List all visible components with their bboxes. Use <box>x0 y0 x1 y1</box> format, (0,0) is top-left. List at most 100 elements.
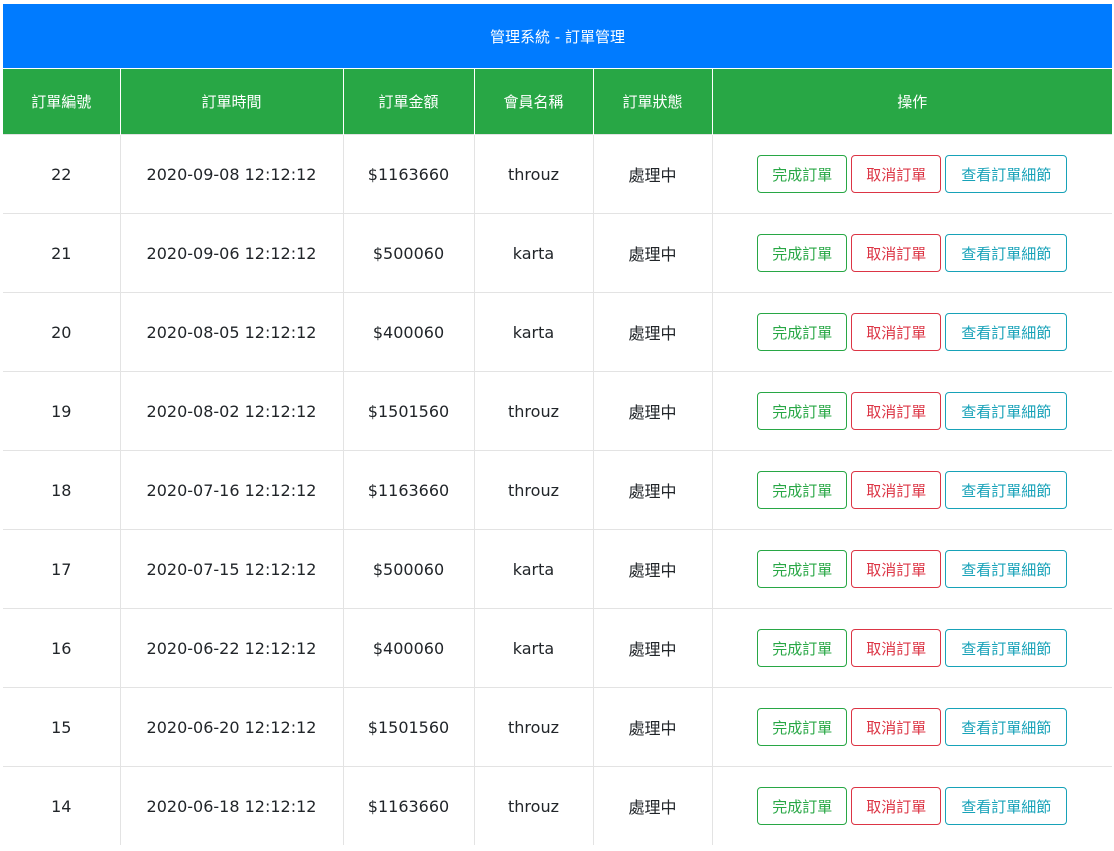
row-actions: 完成訂單 取消訂單 查看訂單細節 <box>713 392 1113 430</box>
cancel-order-button[interactable]: 取消訂單 <box>851 708 942 746</box>
view-order-details-button[interactable]: 查看訂單細節 <box>945 234 1068 272</box>
actions-cell: 完成訂單 取消訂單 查看訂單細節 <box>711 608 1113 688</box>
order-status-cell: 處理中 <box>592 371 712 451</box>
table-row: 17 2020-07-15 12:12:12 $500060 karta 處理中… <box>3 529 1113 609</box>
cancel-order-button[interactable]: 取消訂單 <box>851 392 942 430</box>
row-actions: 完成訂單 取消訂單 查看訂單細節 <box>713 787 1113 825</box>
view-order-details-button[interactable]: 查看訂單細節 <box>945 787 1068 825</box>
column-header-actions: 操作 <box>711 69 1112 135</box>
table-row: 18 2020-07-16 12:12:12 $1163660 throuz 處… <box>3 450 1113 530</box>
orders-table: 訂單編號 訂單時間 訂單金額 會員名稱 訂單狀態 操作 22 2020-09-0… <box>3 69 1112 845</box>
row-actions: 完成訂單 取消訂單 查看訂單細節 <box>713 550 1113 588</box>
cancel-order-button[interactable]: 取消訂單 <box>851 234 942 272</box>
order-id-cell: 22 <box>3 134 120 214</box>
view-order-details-button[interactable]: 查看訂單細節 <box>945 550 1068 588</box>
column-header-order-status: 訂單狀態 <box>592 69 712 135</box>
order-amount-cell: $1163660 <box>342 134 474 214</box>
order-time-cell: 2020-08-02 12:12:12 <box>119 371 343 451</box>
row-actions: 完成訂單 取消訂單 查看訂單細節 <box>713 708 1113 746</box>
order-id-cell: 20 <box>3 292 120 372</box>
order-id-cell: 15 <box>3 687 120 767</box>
table-row: 21 2020-09-06 12:12:12 $500060 karta 處理中… <box>3 213 1113 293</box>
order-time-cell: 2020-08-05 12:12:12 <box>119 292 343 372</box>
column-header-member-name: 會員名稱 <box>473 69 593 135</box>
order-management-page: 管理系統 - 訂單管理 訂單編號 訂單時間 訂單金額 會員名稱 訂單狀態 操作 … <box>0 0 1114 851</box>
member-name-cell: karta <box>473 608 593 688</box>
table-row: 15 2020-06-20 12:12:12 $1501560 throuz 處… <box>3 687 1113 767</box>
page-title-bar: 管理系統 - 訂單管理 <box>3 4 1112 68</box>
order-time-cell: 2020-06-22 12:12:12 <box>119 608 343 688</box>
complete-order-button[interactable]: 完成訂單 <box>757 313 848 351</box>
actions-cell: 完成訂單 取消訂單 查看訂單細節 <box>711 292 1113 372</box>
complete-order-button[interactable]: 完成訂單 <box>757 471 848 509</box>
cancel-order-button[interactable]: 取消訂單 <box>851 629 942 667</box>
order-id-cell: 19 <box>3 371 120 451</box>
order-status-cell: 處理中 <box>592 687 712 767</box>
actions-cell: 完成訂單 取消訂單 查看訂單細節 <box>711 371 1113 451</box>
row-actions: 完成訂單 取消訂單 查看訂單細節 <box>713 155 1113 193</box>
table-row: 16 2020-06-22 12:12:12 $400060 karta 處理中… <box>3 608 1113 688</box>
complete-order-button[interactable]: 完成訂單 <box>757 155 848 193</box>
row-actions: 完成訂單 取消訂單 查看訂單細節 <box>713 234 1113 272</box>
order-status-cell: 處理中 <box>592 292 712 372</box>
column-header-order-id: 訂單編號 <box>3 69 120 135</box>
table-row: 22 2020-09-08 12:12:12 $1163660 throuz 處… <box>3 134 1113 214</box>
member-name-cell: throuz <box>473 766 593 845</box>
order-time-cell: 2020-06-20 12:12:12 <box>119 687 343 767</box>
column-header-order-amount: 訂單金額 <box>342 69 474 135</box>
order-id-cell: 16 <box>3 608 120 688</box>
view-order-details-button[interactable]: 查看訂單細節 <box>945 708 1068 746</box>
order-amount-cell: $1163660 <box>342 766 474 845</box>
page-title: 管理系統 - 訂單管理 <box>490 27 625 46</box>
complete-order-button[interactable]: 完成訂單 <box>757 708 848 746</box>
view-order-details-button[interactable]: 查看訂單細節 <box>945 471 1068 509</box>
row-actions: 完成訂單 取消訂單 查看訂單細節 <box>713 629 1113 667</box>
table-row: 14 2020-06-18 12:12:12 $1163660 throuz 處… <box>3 766 1113 845</box>
member-name-cell: karta <box>473 529 593 609</box>
row-actions: 完成訂單 取消訂單 查看訂單細節 <box>713 471 1113 509</box>
view-order-details-button[interactable]: 查看訂單細節 <box>945 629 1068 667</box>
cancel-order-button[interactable]: 取消訂單 <box>851 313 942 351</box>
order-id-cell: 18 <box>3 450 120 530</box>
view-order-details-button[interactable]: 查看訂單細節 <box>945 155 1068 193</box>
complete-order-button[interactable]: 完成訂單 <box>757 234 848 272</box>
order-amount-cell: $500060 <box>342 213 474 293</box>
cancel-order-button[interactable]: 取消訂單 <box>851 471 942 509</box>
member-name-cell: karta <box>473 292 593 372</box>
cancel-order-button[interactable]: 取消訂單 <box>851 787 942 825</box>
view-order-details-button[interactable]: 查看訂單細節 <box>945 313 1068 351</box>
table-row: 20 2020-08-05 12:12:12 $400060 karta 處理中… <box>3 292 1113 372</box>
complete-order-button[interactable]: 完成訂單 <box>757 550 848 588</box>
complete-order-button[interactable]: 完成訂單 <box>757 629 848 667</box>
member-name-cell: throuz <box>473 450 593 530</box>
member-name-cell: throuz <box>473 134 593 214</box>
order-status-cell: 處理中 <box>592 529 712 609</box>
order-id-cell: 14 <box>3 766 120 845</box>
member-name-cell: karta <box>473 213 593 293</box>
orders-table-body: 22 2020-09-08 12:12:12 $1163660 throuz 處… <box>3 134 1113 845</box>
order-amount-cell: $500060 <box>342 529 474 609</box>
actions-cell: 完成訂單 取消訂單 查看訂單細節 <box>711 213 1113 293</box>
column-header-order-time: 訂單時間 <box>119 69 343 135</box>
member-name-cell: throuz <box>473 687 593 767</box>
view-order-details-button[interactable]: 查看訂單細節 <box>945 392 1068 430</box>
member-name-cell: throuz <box>473 371 593 451</box>
order-time-cell: 2020-09-08 12:12:12 <box>119 134 343 214</box>
order-status-cell: 處理中 <box>592 213 712 293</box>
cancel-order-button[interactable]: 取消訂單 <box>851 155 942 193</box>
order-time-cell: 2020-06-18 12:12:12 <box>119 766 343 845</box>
actions-cell: 完成訂單 取消訂單 查看訂單細節 <box>711 529 1113 609</box>
order-id-cell: 21 <box>3 213 120 293</box>
actions-cell: 完成訂單 取消訂單 查看訂單細節 <box>711 450 1113 530</box>
order-amount-cell: $1501560 <box>342 687 474 767</box>
complete-order-button[interactable]: 完成訂單 <box>757 787 848 825</box>
complete-order-button[interactable]: 完成訂單 <box>757 392 848 430</box>
cancel-order-button[interactable]: 取消訂單 <box>851 550 942 588</box>
order-time-cell: 2020-07-16 12:12:12 <box>119 450 343 530</box>
actions-cell: 完成訂單 取消訂單 查看訂單細節 <box>711 766 1113 845</box>
order-time-cell: 2020-07-15 12:12:12 <box>119 529 343 609</box>
order-amount-cell: $1501560 <box>342 371 474 451</box>
row-actions: 完成訂單 取消訂單 查看訂單細節 <box>713 313 1113 351</box>
order-status-cell: 處理中 <box>592 450 712 530</box>
order-status-cell: 處理中 <box>592 608 712 688</box>
